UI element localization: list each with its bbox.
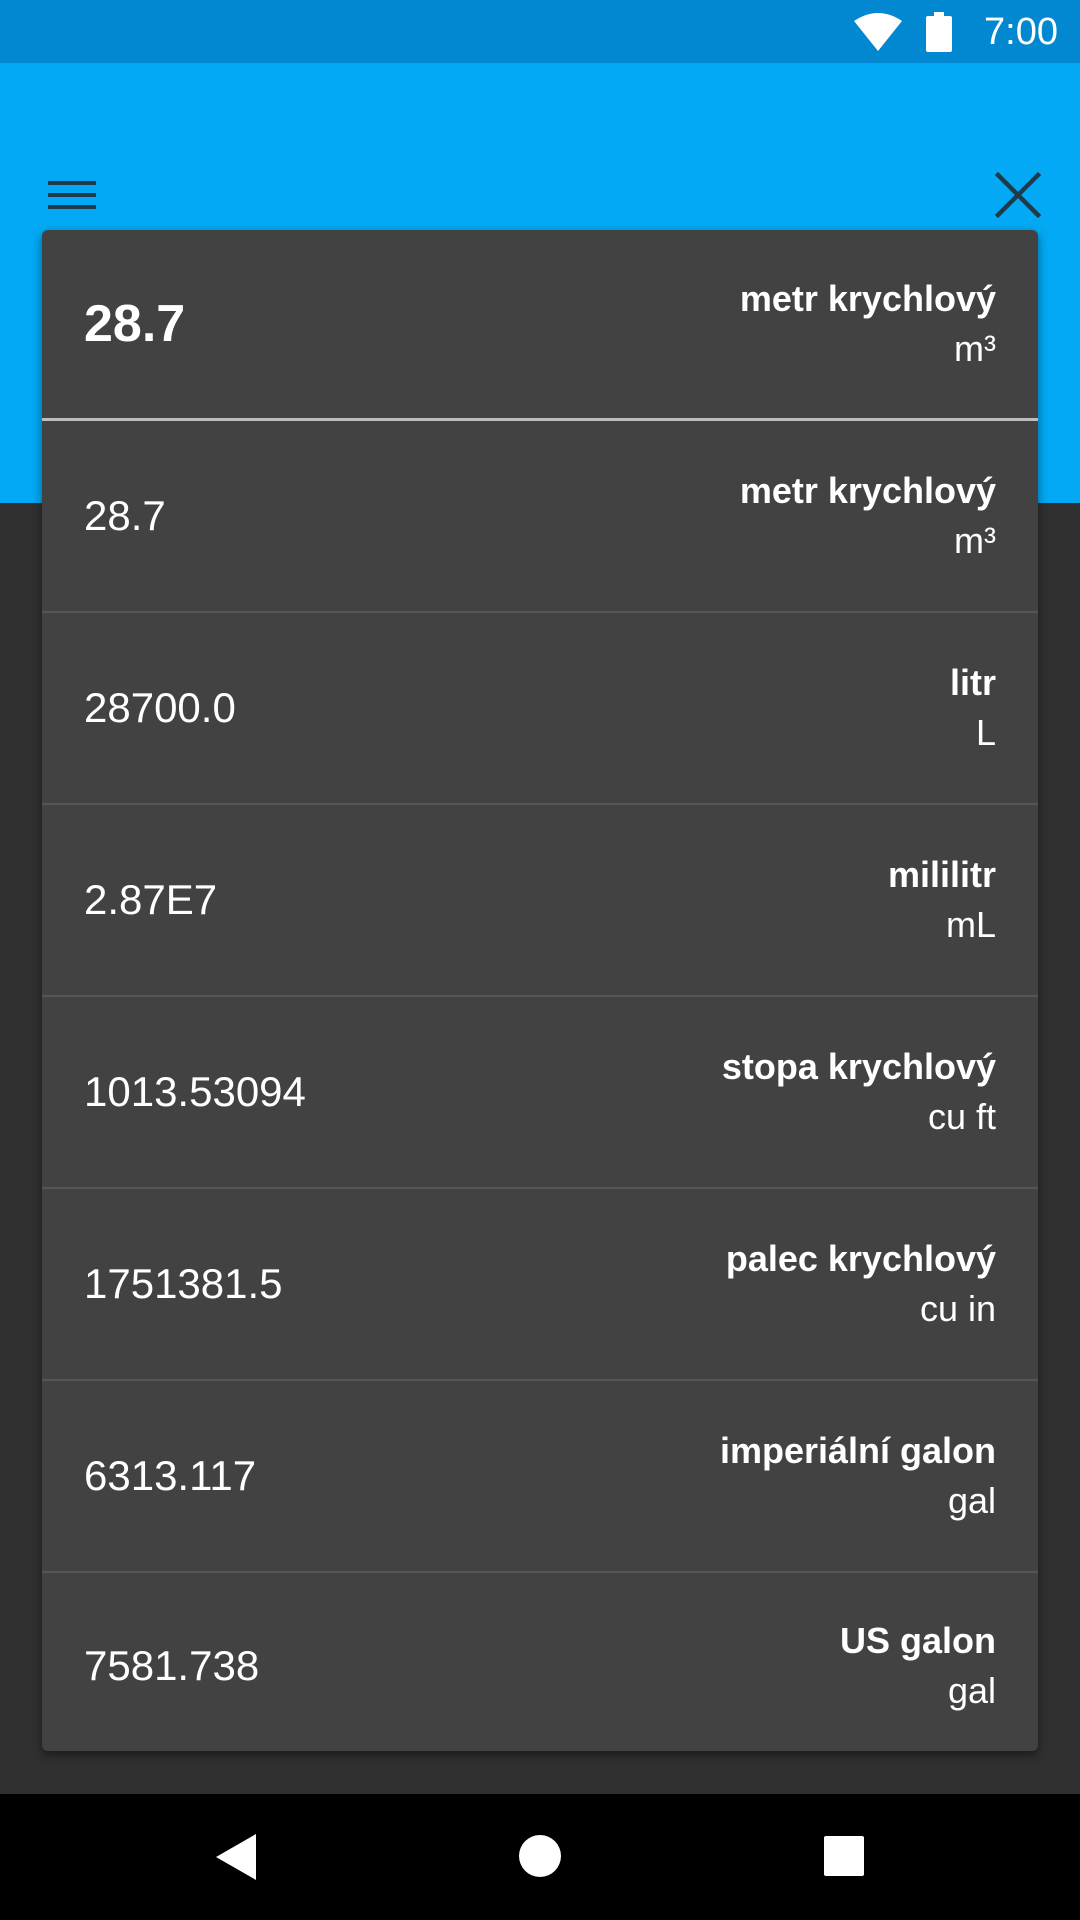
unit-label: litr L	[950, 658, 996, 758]
unit-symbol: cu in	[919, 1288, 996, 1329]
converted-value: 28.7	[84, 492, 166, 539]
unit-symbol: gal	[947, 1480, 996, 1521]
conversion-row[interactable]: 7581.738 US galon gal	[42, 1573, 1038, 1751]
conversion-row[interactable]: 28.7 metr krychlový m³	[42, 421, 1038, 613]
conversion-row[interactable]: 28700.0 litr L	[42, 613, 1038, 805]
status-time: 7:00	[984, 11, 1058, 53]
menu-button[interactable]	[40, 160, 106, 226]
unit-symbol: mL	[945, 904, 996, 945]
converted-value: 7581.738	[84, 1641, 260, 1689]
conversion-card: 28.7 metr krychlový m³ 28.7 metr krychlo…	[42, 230, 1038, 1751]
unit-name: mililitr	[887, 854, 996, 895]
converted-value: 1013.53094	[84, 1068, 306, 1115]
unit-label: imperiální galon gal	[720, 1426, 996, 1526]
home-icon[interactable]	[518, 1834, 562, 1883]
unit-symbol: m³	[954, 520, 996, 561]
unit-symbol: L	[975, 712, 996, 753]
unit-name: stopa krychlový	[721, 1046, 996, 1087]
unit-symbol: m³	[954, 328, 996, 369]
source-unit: metr krychlový m³	[740, 274, 996, 374]
recent-apps-icon[interactable]	[824, 1836, 864, 1881]
unit-name: metr krychlový	[739, 278, 996, 319]
unit-symbol: gal	[947, 1669, 996, 1711]
converted-value: 6313.117	[84, 1452, 257, 1499]
unit-label: stopa krychlový cu ft	[722, 1042, 996, 1142]
battery-icon	[926, 12, 952, 57]
unit-label: metr krychlový m³	[740, 466, 996, 566]
unit-name: imperiální galon	[719, 1430, 996, 1471]
menu-icon	[40, 181, 106, 230]
conversion-row[interactable]: 6313.117 imperiální galon gal	[42, 1381, 1038, 1573]
source-value-row[interactable]: 28.7 metr krychlový m³	[42, 230, 1038, 421]
status-bar: 7:00	[0, 0, 1080, 63]
conversion-row[interactable]: 2.87E7 mililitr mL	[42, 805, 1038, 997]
unit-label: mililitr mL	[888, 850, 996, 950]
unit-symbol: cu ft	[927, 1096, 996, 1137]
converted-value: 1751381.5	[84, 1260, 283, 1307]
unit-label: palec krychlový cu in	[726, 1234, 996, 1334]
unit-label: US galon gal	[840, 1616, 996, 1716]
unit-name: litr	[949, 662, 996, 703]
unit-name: US galon	[839, 1619, 996, 1661]
back-icon[interactable]	[214, 1832, 258, 1887]
source-value: 28.7	[84, 295, 186, 353]
unit-name: palec krychlový	[725, 1238, 996, 1279]
converted-value: 28700.0	[84, 684, 236, 731]
navigation-bar	[0, 1794, 1080, 1920]
wifi-icon	[854, 13, 902, 56]
close-button[interactable]	[985, 162, 1051, 228]
converted-value: 2.87E7	[84, 876, 218, 923]
conversion-row[interactable]: 1013.53094 stopa krychlový cu ft	[42, 997, 1038, 1189]
conversion-row[interactable]: 1751381.5 palec krychlový cu in	[42, 1189, 1038, 1381]
unit-name: metr krychlový	[739, 470, 996, 511]
